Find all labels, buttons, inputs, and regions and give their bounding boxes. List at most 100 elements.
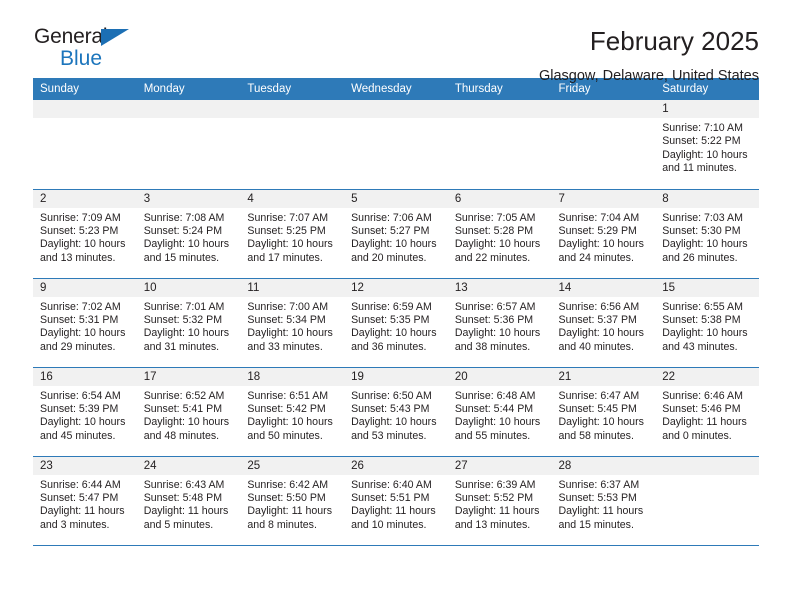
day-details: Sunrise: 7:01 AM Sunset: 5:32 PM Daylight:… [137,297,241,355]
day-details: Sunrise: 7:08 AM Sunset: 5:24 PM Daylight:… [137,208,241,266]
sunset-text: Sunset: 5:34 PM [247,313,326,326]
day-cell-inner: 16 Sunrise: 6:54 AM Sunset: 5:39 PM Dayligh… [33,367,137,456]
sunrise-text: Sunrise: 6:56 AM [558,300,640,313]
calendar-day-cell[interactable]: 12 Sunrise: 6:59 AM Sunset: 5:35 PM Dayligh… [344,277,448,367]
day-number: 24 [136,456,241,475]
day-details: Sunrise: 6:56 AM Sunset: 5:37 PM Daylight:… [552,297,656,355]
calendar-day-cell[interactable]: 10 Sunrise: 7:01 AM Sunset: 5:32 PM Dayligh… [136,277,241,367]
day-details: Sunrise: 6:39 AM Sunset: 5:52 PM Daylight:… [448,475,552,533]
day-cell-inner [344,100,448,189]
calendar-cell-empty [551,100,656,189]
calendar-day-cell[interactable]: 25 Sunrise: 6:42 AM Sunset: 5:50 PM Dayligh… [240,455,345,545]
day-cell-inner: 22 Sunrise: 6:46 AM Sunset: 5:46 PM Dayligh… [655,367,759,456]
daylight-text: Daylight: 11 hours and 13 minutes. [454,505,540,531]
day-details: Sunrise: 6:48 AM Sunset: 5:44 PM Daylight:… [448,386,552,444]
calendar-page: General Blue February 2025 Glasgow, Dela… [0,0,792,612]
day-cell-inner: 13 Sunrise: 6:57 AM Sunset: 5:36 PM Dayligh… [447,278,552,367]
day-cell-inner: 23 Sunrise: 6:44 AM Sunset: 5:47 PM Dayligh… [33,456,137,546]
day-details: Sunrise: 7:06 AM Sunset: 5:27 PM Daylight:… [344,208,448,266]
day-details: Sunrise: 6:44 AM Sunset: 5:47 PM Daylight:… [33,475,137,533]
calendar-day-cell[interactable]: 16 Sunrise: 6:54 AM Sunset: 5:39 PM Dayligh… [33,366,137,456]
sunset-text: Sunset: 5:48 PM [143,491,223,504]
day-number [655,456,759,475]
day-number: 14 [551,278,656,297]
sunset-text: Sunset: 5:37 PM [558,313,637,326]
sunrise-text: Sunrise: 7:00 AM [247,300,329,313]
daylight-text: Daylight: 10 hours and 17 minutes. [247,238,333,264]
calendar-day-cell[interactable]: 24 Sunrise: 6:43 AM Sunset: 5:48 PM Dayligh… [136,455,241,545]
calendar-day-cell[interactable]: 27 Sunrise: 6:39 AM Sunset: 5:52 PM Dayligh… [447,455,552,545]
sunrise-text: Sunrise: 7:09 AM [40,211,121,224]
calendar-day-cell[interactable]: 26 Sunrise: 6:40 AM Sunset: 5:51 PM Dayligh… [344,455,448,546]
day-cell-inner: 6 Sunrise: 7:05 AM Sunset: 5:28 PM Daylight… [447,189,552,278]
sunrise-text: Sunrise: 7:02 AM [40,300,121,313]
day-number: 21 [551,367,656,386]
calendar-table: Sunday Monday Tuesday Wednesday Thursday Frid… [33,78,759,545]
sunset-text: Sunset: 5:41 PM [143,402,223,415]
day-details: Sunrise: 6:54 AM Sunset: 5:39 PM Daylight:… [33,386,137,444]
day-details: Sunrise: 6:37 AM Sunset: 5:53 PM Daylight:… [552,475,656,533]
calendar-day-cell[interactable]: 17 Sunrise: 6:52 AM Sunset: 5:41 PM Dayligh… [136,366,241,456]
day-number: 7 [551,189,656,208]
day-details: Sunrise: 7:05 AM Sunset: 5:28 PM Daylight:… [448,208,552,266]
day-cell-inner: 14 Sunrise: 6:56 AM Sunset: 5:37 PM Dayligh… [551,278,656,367]
sunset-text: Sunset: 5:28 PM [454,224,534,237]
calendar-day-cell[interactable]: 9 Sunrise: 7:02 AM Sunset: 5:31 PM Daylight… [33,277,137,367]
calendar-day-cell[interactable]: 19 Sunrise: 6:50 AM Sunset: 5:43 PM Dayligh… [344,366,448,456]
sunset-text: Sunset: 5:44 PM [454,402,534,415]
day-details: Sunrise: 6:47 AM Sunset: 5:45 PM Daylight:… [552,386,656,444]
sunset-text: Sunset: 5:22 PM [662,135,741,148]
day-number: 13 [447,278,552,297]
day-number: 23 [33,456,137,475]
day-details: Sunrise: 7:02 AM Sunset: 5:31 PM Daylight:… [33,297,137,355]
calendar-day-cell[interactable]: 11 Sunrise: 7:00 AM Sunset: 5:34 PM Dayligh… [240,277,345,367]
calendar-day-cell[interactable]: 28 Sunrise: 6:37 AM Sunset: 5:53 PM Dayligh… [551,455,656,546]
sunset-text: Sunset: 5:42 PM [247,402,326,415]
day-cell-inner [447,100,552,189]
sunset-text: Sunset: 5:23 PM [40,224,119,237]
calendar-day-cell[interactable]: 8 Sunrise: 7:03 AM Sunset: 5:30 PM Daylight… [655,188,759,278]
daylight-text: Daylight: 10 hours and 22 minutes. [454,238,541,264]
calendar-cell-empty [655,455,759,545]
calendar-day-cell[interactable]: 14 Sunrise: 6:56 AM Sunset: 5:37 PM Dayligh… [551,277,656,367]
daylight-text: Daylight: 11 hours and 15 minutes. [558,505,644,531]
calendar-day-cell[interactable]: 21 Sunrise: 6:47 AM Sunset: 5:45 PM Dayligh… [551,366,656,456]
day-details: Sunrise: 7:09 AM Sunset: 5:23 PM Daylight:… [33,208,137,266]
logo[interactable]: General Blue [33,26,148,72]
day-number: 15 [655,278,759,297]
calendar-day-cell[interactable]: 1 Sunrise: 7:10 AM Sunset: 5:22 PM Daylight… [655,100,759,189]
calendar-week-row: 16 Sunrise: 6:54 AM Sunset: 5:39 PM Dayligh… [33,366,759,456]
sunset-text: Sunset: 5:51 PM [351,491,430,504]
calendar-day-cell[interactable]: 20 Sunrise: 6:48 AM Sunset: 5:44 PM Dayligh… [447,366,552,456]
calendar-day-cell[interactable]: 3 Sunrise: 7:08 AM Sunset: 5:24 PM Daylight… [136,188,241,278]
day-cell-inner: 9 Sunrise: 7:02 AM Sunset: 5:31 PM Daylight… [33,278,137,367]
day-cell-inner: 28 Sunrise: 6:37 AM Sunset: 5:53 PM Dayligh… [551,456,656,546]
day-number: 26 [344,456,448,475]
calendar-day-cell[interactable]: 7 Sunrise: 7:04 AM Sunset: 5:29 PM Daylight… [551,188,656,278]
sunrise-text: Sunrise: 6:54 AM [40,389,121,402]
calendar-day-cell[interactable]: 2 Sunrise: 7:09 AM Sunset: 5:23 PM Daylight… [33,188,137,278]
calendar-day-cell[interactable]: 5 Sunrise: 7:06 AM Sunset: 5:27 PM Daylight… [344,188,448,278]
day-number: 8 [655,189,759,208]
day-details: Sunrise: 6:59 AM Sunset: 5:35 PM Daylight:… [344,297,448,355]
calendar-day-cell[interactable]: 15 Sunrise: 6:55 AM Sunset: 5:38 PM Dayligh… [655,277,759,367]
sunrise-text: Sunrise: 7:06 AM [351,211,432,224]
day-details: Sunrise: 6:50 AM Sunset: 5:43 PM Daylight:… [344,386,448,444]
day-details: Sunrise: 7:10 AM Sunset: 5:22 PM Daylight:… [655,118,759,176]
calendar-day-cell[interactable]: 13 Sunrise: 6:57 AM Sunset: 5:36 PM Dayligh… [447,277,552,367]
sunrise-text: Sunrise: 6:48 AM [454,389,536,402]
day-cell-inner: 8 Sunrise: 7:03 AM Sunset: 5:30 PM Daylight… [655,189,759,278]
day-details: Sunrise: 6:43 AM Sunset: 5:48 PM Daylight:… [137,475,241,533]
calendar-cell-empty [344,100,448,189]
logo-text-general: General [34,25,108,48]
daylight-text: Daylight: 10 hours and 31 minutes. [143,327,230,353]
day-cell-inner: 26 Sunrise: 6:40 AM Sunset: 5:51 PM Dayligh… [344,456,448,546]
calendar-day-cell[interactable]: 23 Sunrise: 6:44 AM Sunset: 5:47 PM Dayligh… [33,455,137,546]
daylight-text: Daylight: 10 hours and 48 minutes. [143,416,230,442]
daylight-text: Daylight: 10 hours and 40 minutes. [558,327,644,353]
calendar-day-cell[interactable]: 6 Sunrise: 7:05 AM Sunset: 5:28 PM Daylight… [447,188,552,278]
calendar-day-cell[interactable]: 22 Sunrise: 6:46 AM Sunset: 5:46 PM Dayligh… [655,366,759,456]
calendar-day-cell[interactable]: 18 Sunrise: 6:51 AM Sunset: 5:42 PM Dayligh… [240,366,345,456]
day-details: Sunrise: 6:51 AM Sunset: 5:42 PM Daylight:… [240,386,344,444]
calendar-day-cell[interactable]: 4 Sunrise: 7:07 AM Sunset: 5:25 PM Daylight… [240,188,345,278]
